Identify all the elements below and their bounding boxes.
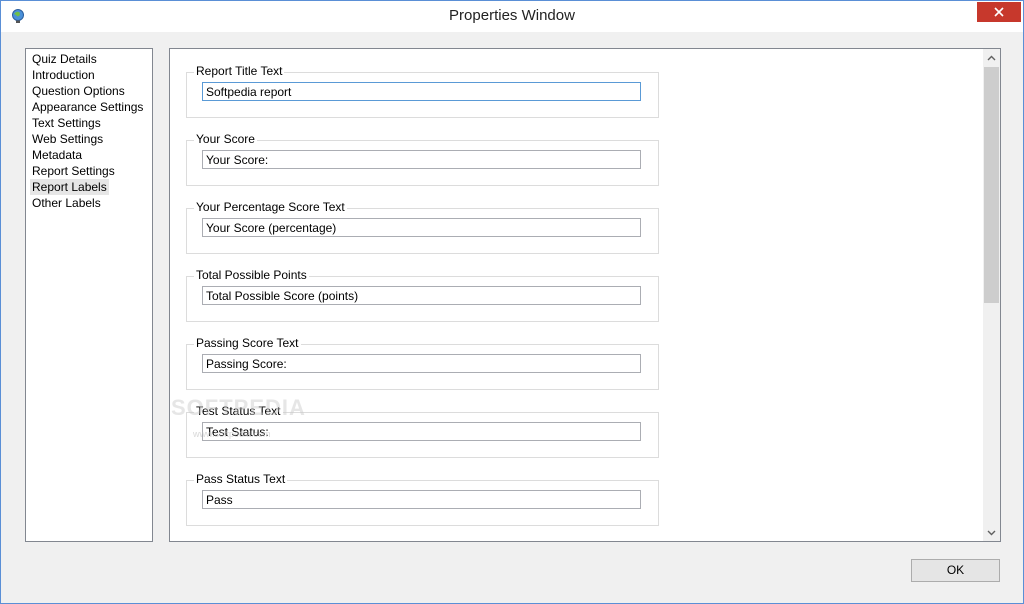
ok-button[interactable]: OK [911, 559, 1000, 582]
your-percentage-score-text-input[interactable] [202, 218, 641, 237]
total-possible-points-input[interactable] [202, 286, 641, 305]
pass-status-text-input[interactable] [202, 490, 641, 509]
group-label: Your Percentage Score Text [194, 200, 347, 214]
close-icon [994, 7, 1004, 17]
nav-item-text-settings[interactable]: Text Settings [32, 115, 101, 131]
nav-item-report-labels[interactable]: Report Labels [30, 179, 109, 195]
scroll-up-button[interactable] [983, 49, 1000, 66]
nav-item-appearance-settings[interactable]: Appearance Settings [32, 99, 143, 115]
group-pass-status-text: Pass Status Text [186, 472, 659, 526]
watermark-url: www.softpedia.com [193, 429, 271, 439]
group-label: Your Score [194, 132, 257, 146]
scroll-down-button[interactable] [983, 524, 1000, 541]
nav-item-metadata[interactable]: Metadata [32, 147, 82, 163]
scroll-thumb[interactable] [984, 67, 999, 303]
watermark-logo: SOFTPEDIA [171, 395, 306, 420]
window-title: Properties Window [449, 7, 575, 24]
group-label: Total Possible Points [194, 268, 309, 282]
group-your-percentage-score-text: Your Percentage Score Text [186, 200, 659, 254]
passing-score-text-input[interactable] [202, 354, 641, 373]
group-label: Pass Status Text [194, 472, 288, 486]
group-your-score: Your Score [186, 132, 659, 186]
report-title-text-input[interactable] [202, 82, 641, 101]
nav-item-web-settings[interactable]: Web Settings [32, 131, 103, 147]
your-score-input[interactable] [202, 150, 641, 169]
nav-item-quiz-details[interactable]: Quiz Details [32, 51, 97, 67]
properties-window: Properties Window Quiz Details Introduct… [0, 0, 1024, 604]
vertical-scrollbar[interactable] [983, 49, 1000, 541]
group-total-possible-points: Total Possible Points [186, 268, 659, 322]
group-label: Passing Score Text [194, 336, 301, 350]
report-labels-panel[interactable]: Report Title Text Your Score Your Percen… [169, 48, 1001, 542]
chevron-up-icon [987, 55, 996, 60]
group-passing-score-text: Passing Score Text [186, 336, 659, 390]
nav-item-report-settings[interactable]: Report Settings [32, 163, 115, 179]
nav-item-other-labels[interactable]: Other Labels [32, 195, 101, 211]
settings-nav-list[interactable]: Quiz Details Introduction Question Optio… [25, 48, 153, 542]
nav-item-introduction[interactable]: Introduction [32, 67, 95, 83]
group-report-title-text: Report Title Text [186, 64, 659, 118]
chevron-down-icon [987, 530, 996, 535]
group-label: Report Title Text [194, 64, 285, 78]
nav-item-question-options[interactable]: Question Options [32, 83, 125, 99]
title-bar: Properties Window [1, 1, 1023, 32]
close-button[interactable] [977, 2, 1021, 22]
